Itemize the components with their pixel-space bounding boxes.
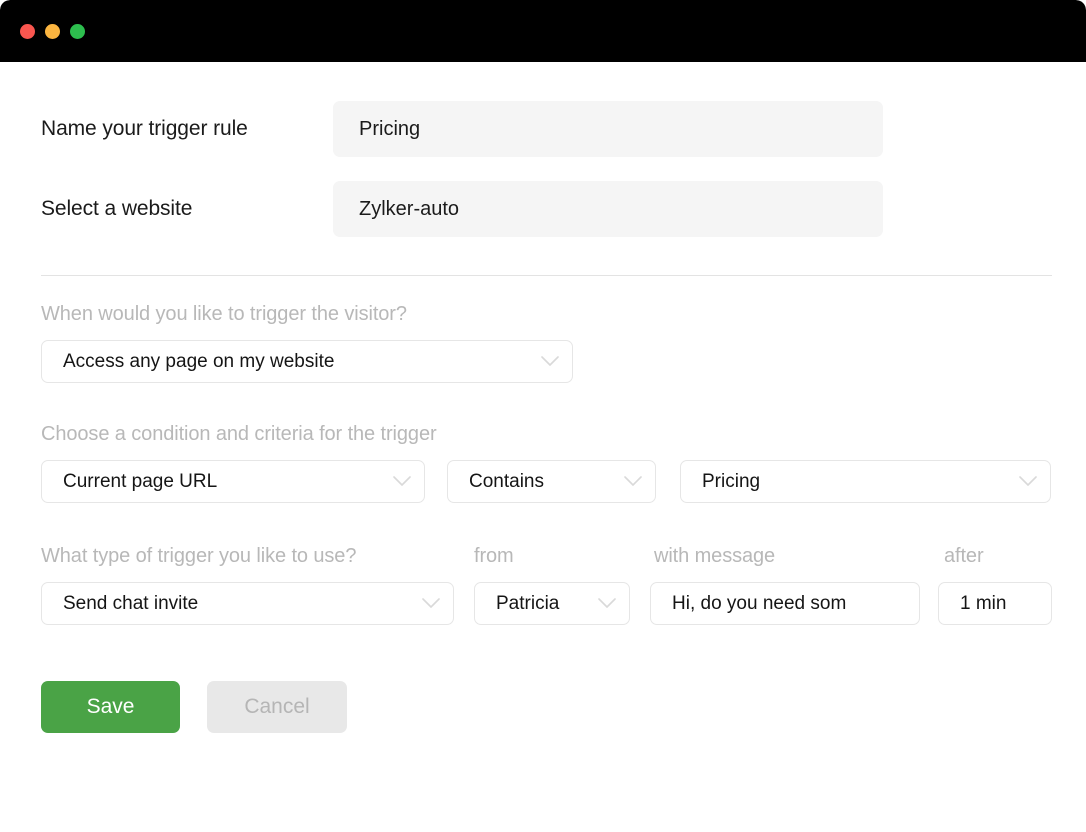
- action-from-label: from: [474, 545, 514, 567]
- chevron-down-icon: [393, 476, 411, 487]
- action-type-select[interactable]: Send chat invite: [41, 582, 454, 625]
- condition-field-select[interactable]: Current page URL: [41, 460, 425, 503]
- rule-name-row: Name your trigger rule Pricing: [41, 101, 1086, 157]
- condition-operator-value: Contains: [469, 470, 544, 492]
- action-after-input[interactable]: 1 min: [938, 582, 1052, 625]
- action-from-select[interactable]: Patricia: [474, 582, 630, 625]
- website-input[interactable]: Zylker-auto: [333, 181, 883, 237]
- trigger-rule-form: Name your trigger rule Pricing Select a …: [0, 101, 1086, 832]
- condition-criteria-select[interactable]: Pricing: [680, 460, 1051, 503]
- close-window-icon[interactable]: [20, 23, 35, 39]
- action-labels-row: What type of trigger you like to use? fr…: [41, 545, 1086, 568]
- condition-row: Current page URL Contains Pricing: [41, 460, 1086, 503]
- when-row: Access any page on my website: [41, 340, 1086, 383]
- chevron-down-icon: [624, 476, 642, 487]
- minimize-window-icon[interactable]: [45, 23, 60, 39]
- condition-section: Choose a condition and criteria for the …: [41, 423, 1086, 503]
- condition-operator-select[interactable]: Contains: [447, 460, 656, 503]
- traffic-light-controls: [20, 23, 85, 39]
- when-section-label: When would you like to trigger the visit…: [41, 303, 407, 325]
- action-after-value: 1 min: [960, 592, 1007, 614]
- condition-field-value: Current page URL: [63, 470, 218, 492]
- when-section: When would you like to trigger the visit…: [41, 303, 1086, 383]
- chevron-down-icon: [541, 356, 559, 367]
- condition-criteria-value: Pricing: [702, 470, 761, 492]
- when-select-value: Access any page on my website: [63, 350, 335, 372]
- condition-section-label: Choose a condition and criteria for the …: [41, 423, 437, 445]
- rule-name-label: Name your trigger rule: [41, 117, 248, 140]
- app-window: Name your trigger rule Pricing Select a …: [0, 0, 1086, 832]
- cancel-button[interactable]: Cancel: [207, 681, 347, 733]
- action-message-input[interactable]: Hi, do you need som: [650, 582, 920, 625]
- chevron-down-icon: [1019, 476, 1037, 487]
- action-type-value: Send chat invite: [63, 592, 199, 614]
- window-titlebar: [0, 0, 1086, 62]
- action-from-value: Patricia: [496, 592, 560, 614]
- action-type-label: What type of trigger you like to use?: [41, 545, 357, 567]
- chevron-down-icon: [422, 598, 440, 609]
- action-controls-row: Send chat invite Patricia Hi, do you nee…: [41, 582, 1086, 625]
- section-divider: [41, 275, 1052, 276]
- chevron-down-icon: [598, 598, 616, 609]
- form-actions: Save Cancel: [41, 681, 1086, 733]
- website-label: Select a website: [41, 197, 193, 220]
- rule-name-input[interactable]: Pricing: [333, 101, 883, 157]
- website-row: Select a website Zylker-auto: [41, 181, 1086, 237]
- action-message-value: Hi, do you need som: [672, 592, 847, 614]
- action-section: What type of trigger you like to use? fr…: [41, 545, 1086, 625]
- action-message-label: with message: [654, 545, 776, 567]
- zoom-window-icon[interactable]: [70, 23, 85, 39]
- action-after-label: after: [944, 545, 984, 567]
- when-select[interactable]: Access any page on my website: [41, 340, 573, 383]
- save-button[interactable]: Save: [41, 681, 180, 733]
